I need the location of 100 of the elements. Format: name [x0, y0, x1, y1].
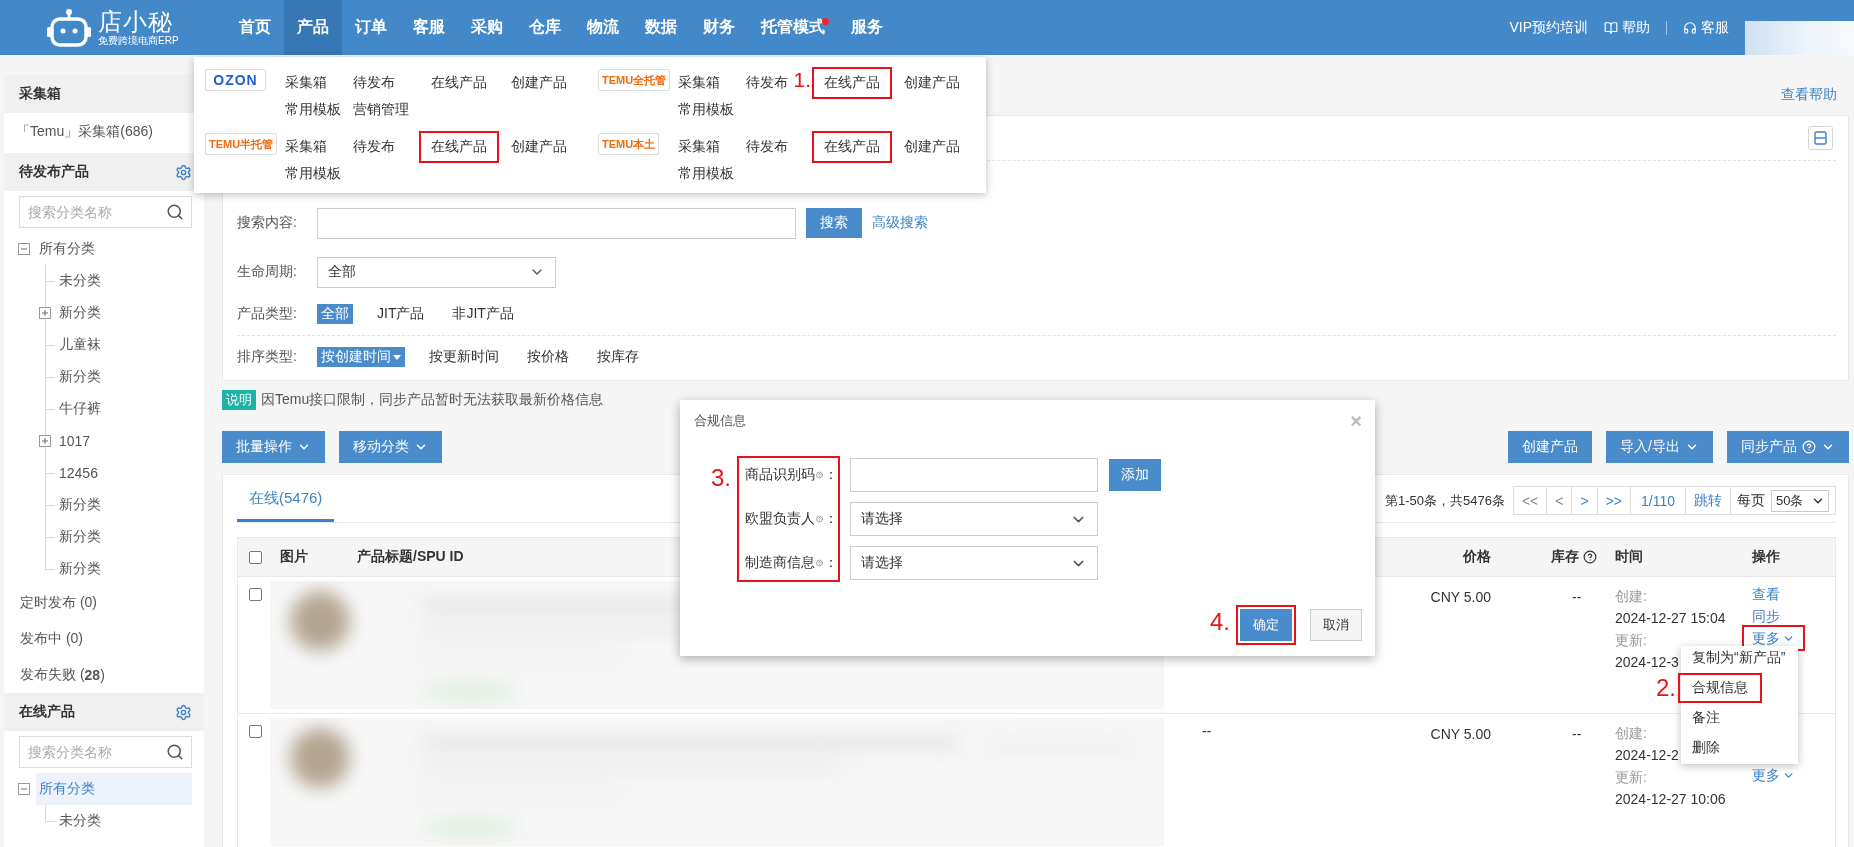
menu-link[interactable]: 待发布 — [353, 137, 395, 154]
tree-item[interactable]: 儿童袜 — [59, 329, 101, 361]
action-link[interactable]: 查看 — [1752, 585, 1780, 603]
nav-item[interactable]: 首页 — [226, 0, 284, 55]
menu-item[interactable]: 合规信息 — [1692, 679, 1748, 697]
lifecycle-select[interactable]: 全部 — [317, 256, 556, 288]
menu-link[interactable]: 在线产品 — [431, 73, 487, 90]
sidebar-item[interactable]: 发布失败 (28) — [4, 657, 204, 693]
toolbar-button[interactable]: 移动分类 — [339, 431, 442, 463]
search-icon[interactable] — [166, 203, 184, 221]
menu-link[interactable]: 待发布 — [353, 73, 395, 90]
sort-option[interactable]: 按创建时间 — [317, 347, 405, 367]
menu-link[interactable]: 常用模板 — [678, 100, 734, 117]
input-field[interactable] — [850, 458, 1098, 492]
menu-link[interactable]: 在线产品 — [824, 137, 880, 156]
search-icon[interactable] — [166, 743, 184, 761]
sort-option[interactable]: 按库存 — [593, 347, 643, 367]
settings-icon[interactable] — [175, 163, 192, 181]
menu-link[interactable]: 待发布 — [746, 73, 788, 90]
expand-icon[interactable] — [39, 435, 51, 447]
layout-icon[interactable] — [1808, 126, 1833, 150]
menu-link[interactable]: 采集箱 — [678, 137, 720, 154]
select-field[interactable]: 请选择 — [850, 546, 1098, 580]
expand-icon[interactable] — [39, 307, 51, 319]
nav-item[interactable]: 订单 — [342, 0, 400, 55]
tree-item[interactable]: 新分类 — [59, 553, 101, 585]
menu-link[interactable]: 创建产品 — [904, 137, 960, 154]
menu-link[interactable]: 在线产品 — [431, 137, 487, 156]
tab[interactable]: 在线(5476) — [237, 475, 335, 522]
nav-item[interactable]: 客服 — [400, 0, 458, 55]
checkbox[interactable] — [249, 725, 262, 738]
menu-link[interactable]: 创建产品 — [511, 73, 567, 90]
add-button[interactable]: 添加 — [1109, 459, 1161, 491]
toolbar-button[interactable]: 创建产品 — [1508, 431, 1593, 463]
nav-item[interactable]: 服务 — [838, 0, 896, 55]
settings-icon[interactable] — [175, 703, 192, 721]
pager-button[interactable]: >> — [1597, 487, 1631, 514]
menu-link[interactable]: 在线产品 — [824, 73, 880, 92]
jump-button[interactable]: 跳转 — [1686, 487, 1731, 514]
action-link[interactable]: 同步 — [1752, 607, 1780, 625]
search-button[interactable]: 搜索 — [806, 208, 862, 238]
menu-item[interactable]: 复制为“新产品” — [1692, 649, 1786, 667]
tree-item[interactable]: 1017 — [59, 425, 91, 457]
action-link[interactable]: 更多 — [1752, 629, 1795, 647]
search-field[interactable]: 搜索分类名称 — [19, 736, 192, 768]
menu-link[interactable]: 采集箱 — [678, 73, 720, 90]
sidebar-item[interactable]: 发布中 (0) — [4, 621, 204, 657]
header-link[interactable]: 帮助 — [1604, 18, 1650, 37]
action-link[interactable]: 更多 — [1752, 766, 1795, 784]
toolbar-button[interactable]: 导入/导出 — [1606, 431, 1713, 463]
nav-item[interactable]: 物流 — [574, 0, 632, 55]
menu-item[interactable]: 删除 — [1692, 739, 1720, 757]
menu-link[interactable]: 常用模板 — [285, 164, 341, 181]
menu-link[interactable]: 创建产品 — [904, 73, 960, 90]
tree-item[interactable]: 所有分类 — [36, 233, 192, 265]
tree-item[interactable]: 新分类 — [59, 489, 101, 521]
tree-item[interactable]: 未分类 — [59, 805, 101, 837]
cancel-button[interactable]: 取消 — [1310, 609, 1362, 641]
nav-item[interactable]: 财务 — [690, 0, 748, 55]
sort-option[interactable]: 按更新时间 — [425, 347, 503, 367]
toolbar-button[interactable]: 同步产品 — [1727, 431, 1849, 463]
menu-link[interactable]: 创建产品 — [511, 137, 567, 154]
toolbar-button[interactable]: 批量操作 — [222, 431, 325, 463]
select-field[interactable]: 请选择 — [850, 502, 1098, 536]
menu-link[interactable]: 营销管理 — [353, 100, 409, 117]
menu-link[interactable]: 待发布 — [746, 137, 788, 154]
menu-item[interactable]: 备注 — [1692, 709, 1720, 727]
tree-item[interactable]: 牛仔裤 — [59, 393, 101, 425]
nav-item[interactable]: 产品 — [284, 0, 342, 55]
filter-option[interactable]: 非JIT产品 — [448, 304, 518, 324]
per-page-select[interactable]: 50条 — [1771, 489, 1829, 512]
sort-option[interactable]: 按价格 — [523, 347, 573, 367]
tree-item[interactable]: 新分类 — [59, 297, 101, 329]
tree-item[interactable]: 新分类 — [59, 521, 101, 553]
filter-option[interactable]: 全部 — [317, 304, 353, 324]
nav-item[interactable]: 仓库 — [516, 0, 574, 55]
pager-button[interactable]: > — [1572, 487, 1598, 514]
header-link[interactable]: 客服 — [1683, 18, 1729, 37]
collapse-icon[interactable] — [18, 243, 30, 255]
filter-option[interactable]: JIT产品 — [373, 304, 429, 324]
tree-item[interactable]: 新分类 — [59, 361, 101, 393]
nav-item[interactable]: 采购 — [458, 0, 516, 55]
collapse-icon[interactable] — [18, 783, 30, 795]
search-field[interactable]: 搜索分类名称 — [19, 196, 192, 228]
menu-link[interactable]: 常用模板 — [678, 164, 734, 181]
nav-item[interactable]: 托管模式 — [748, 0, 838, 55]
help-link[interactable]: 查看帮助 — [1781, 86, 1837, 104]
header-link[interactable]: VIP预约培训 — [1509, 18, 1588, 37]
nav-item[interactable]: 数据 — [632, 0, 690, 55]
sidebar-item[interactable]: 定时发布 (0) — [4, 585, 204, 621]
search-field[interactable] — [317, 207, 796, 239]
confirm-button[interactable]: 确定 — [1240, 609, 1292, 641]
page-number[interactable]: 1/110 — [1631, 487, 1686, 514]
menu-link[interactable]: 采集箱 — [285, 73, 327, 90]
tree-item[interactable]: 所有分类 — [36, 773, 192, 805]
menu-link[interactable]: 常用模板 — [285, 100, 341, 117]
checkbox[interactable] — [249, 588, 262, 601]
tree-item[interactable]: 未分类 — [59, 265, 101, 297]
tree-item[interactable]: 12456 — [59, 457, 98, 489]
menu-link[interactable]: 采集箱 — [285, 137, 327, 154]
